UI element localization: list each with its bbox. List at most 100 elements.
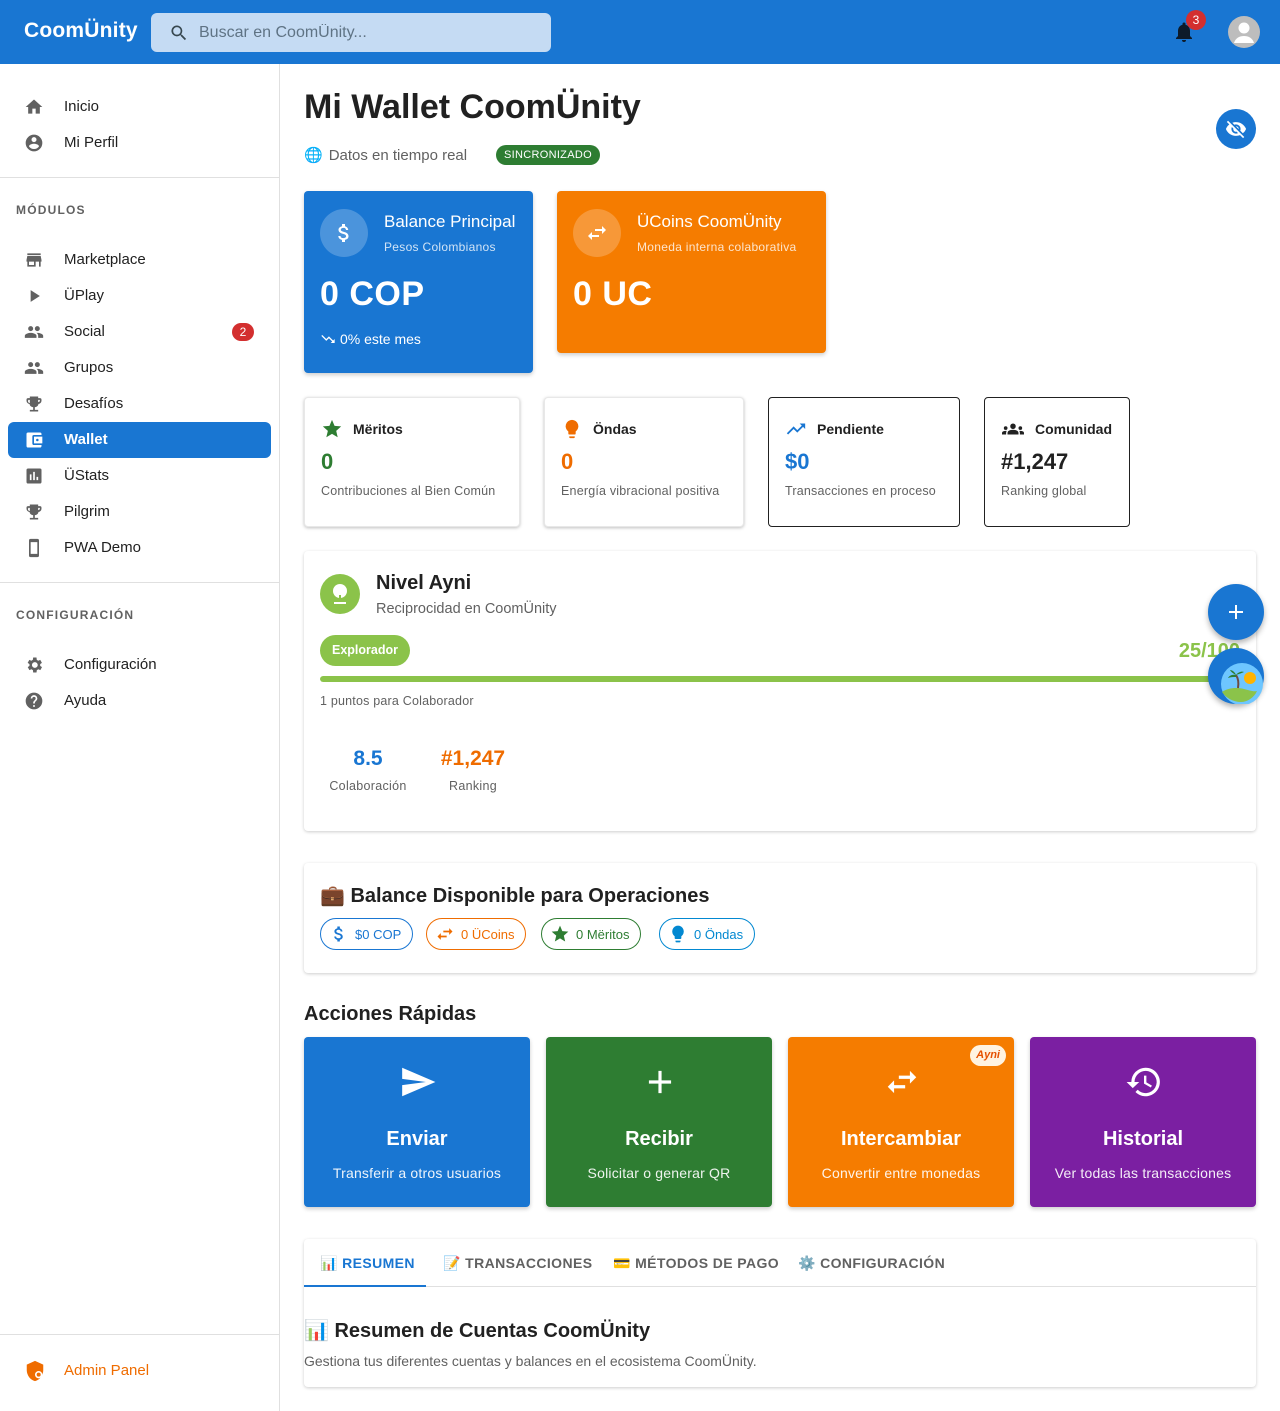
ucoins-balance-card[interactable]: ÜCoins CoomÜnity Moneda interna colabora… [557,191,826,353]
sidebar-item-label: ÜStats [64,467,110,484]
meritos-chip[interactable]: 0 Mëritos [541,918,642,950]
rank-stat: #1,247 Ranking [433,747,513,793]
add-fab-button[interactable] [1208,584,1264,640]
brand-logo[interactable]: CoomÜnity [24,19,138,43]
sidebar-item-wallet[interactable]: Wallet [8,422,271,458]
swap-icon [588,226,606,240]
send-action-desc: Transferir a otros usuarios [332,1165,502,1181]
person-icon [1234,22,1254,43]
wallet-tabs-panel: 📊 RESUMEN 📝 TRANSACCIONES 💳 MÉTODOS DE P… [304,1239,1256,1387]
sidebar-item-ayuda[interactable]: Ayuda [8,683,271,719]
sidebar-item-label: PWA Demo [64,539,141,556]
tab-configuracion[interactable]: ⚙️ CONFIGURACIÓN [798,1239,945,1287]
search-icon [171,25,187,41]
main-balance-card[interactable]: Balance Principal Pesos Colombianos 0 CO… [304,191,533,373]
exchange-action-desc: Convertir entre monedas [821,1165,981,1181]
dollar-icon-circle [320,209,368,257]
exchange-action-name: Intercambiar [840,1128,962,1150]
lightbulb-icon [672,925,684,943]
account-circle-icon [25,134,43,152]
exchange-action-card[interactable]: Ayni Intercambiar Convertir entre moneda… [788,1037,1014,1207]
sidebar-divider [0,1334,279,1335]
admin-shield-icon [26,1360,44,1382]
history-icon [1126,1067,1160,1097]
tab-resumen[interactable]: 📊 RESUMEN [320,1239,415,1287]
tab-bar: 📊 RESUMEN 📝 TRANSACCIONES 💳 MÉTODOS DE P… [304,1239,1256,1287]
user-avatar[interactable] [1228,16,1260,48]
sidebar-item-pilgrim[interactable]: Pilgrim [8,494,271,530]
send-action-name: Enviar [386,1128,448,1150]
comunidad-value: #1,247 [1001,449,1069,474]
ayni-badge: Ayni [970,1045,1006,1066]
help-icon [25,692,43,710]
sidebar-item-configuracion[interactable]: Configuración [8,647,271,683]
trophy-icon [26,504,42,520]
rank-value: #1,247 [440,747,506,770]
groups-icon [1002,423,1024,435]
sidebar-item-social[interactable]: Social 2 [8,314,271,350]
sidebar-item-grupos[interactable]: Grupos [8,350,271,386]
admin-panel-link[interactable]: Admin Panel [24,1360,149,1387]
ucoins-chip[interactable]: 0 ÜCoins [426,918,527,950]
collab-label: Colaboración [329,779,407,793]
sidebar-item-desafios[interactable]: Desafíos [8,386,271,422]
store-icon [26,253,42,267]
sidebar-item-ustats[interactable]: ÜStats [8,458,271,494]
sidebar-item-label: Pilgrim [64,503,110,520]
search-input[interactable] [199,13,539,52]
tab-metodos-de-pago[interactable]: 💳 MÉTODOS DE PAGO [613,1239,779,1287]
meritos-header: Mëritos [321,418,403,440]
page-title: Mi Wallet CoomÜnity [304,88,641,126]
pendiente-card[interactable]: Pendiente $0 Transacciones en proceso [768,397,960,527]
ondas-chip-label: 0 Öndas [694,926,744,942]
collab-value: 8.5 [353,747,383,770]
sidebar-item-label: Desafíos [64,395,124,412]
stats-icon [26,468,42,484]
meritos-desc: Contribuciones al Bien Común [321,484,496,498]
history-action-desc: Ver todas las transacciones [1054,1165,1232,1181]
ucoins-title: ÜCoins CoomÜnity [637,212,782,231]
meritos-value: 0 [321,449,334,474]
plus-icon [1229,605,1243,619]
assistant-fab-button[interactable] [1208,648,1264,705]
available-balance-panel: 💼 Balance Disponible para Operaciones $0… [304,863,1256,973]
send-icon [402,1067,436,1097]
history-action-card[interactable]: Historial Ver todas las transacciones [1030,1037,1256,1207]
ucoins-subtitle: Moneda interna colaborativa [637,240,797,254]
sidebar-item-label: Configuración [64,656,157,673]
eye-off-icon [1225,120,1247,139]
ucoins-amount: 0 UC [573,275,653,313]
sidebar-item-marketplace[interactable]: Marketplace [8,242,271,278]
meritos-card[interactable]: Mëritos 0 Contribuciones al Bien Común [304,397,520,527]
pendiente-value: $0 [785,449,810,474]
cop-chip[interactable]: $0 COP [320,918,414,950]
sidebar: Inicio Mi Perfil MÓDULOS Marketplace ÜPl… [0,64,280,1411]
ondas-card[interactable]: Öndas 0 Energía vibracional positiva [544,397,744,527]
sidebar-divider [0,177,279,178]
sidebar-item-label: Marketplace [64,251,146,268]
toggle-balance-visibility-button[interactable] [1216,109,1256,149]
sidebar-item-mi-perfil[interactable]: Mi Perfil [8,125,271,161]
island-avatar-icon [1221,663,1263,705]
ondas-header: Öndas [561,418,637,440]
modules-section-title: MÓDULOS [16,203,86,217]
ondas-chip[interactable]: 0 Öndas [659,918,756,950]
ondas-desc: Energía vibracional positiva [561,484,720,498]
pendiente-desc: Transacciones en proceso [785,484,936,498]
sidebar-item-label: Inicio [64,98,100,115]
sidebar-item-uplay[interactable]: ÜPlay [8,278,271,314]
search-box[interactable] [151,13,551,52]
sidebar-item-label: Wallet [64,431,108,448]
sidebar-item-label: Social [64,323,105,340]
next-level-text: 1 puntos para Colaborador [320,694,474,708]
receive-action-card[interactable]: Recibir Solicitar o generar QR [546,1037,772,1207]
sidebar-item-inicio[interactable]: Inicio [8,89,271,125]
sidebar-item-label: Ayuda [64,692,107,709]
send-action-card[interactable]: Enviar Transferir a otros usuarios [304,1037,530,1207]
tab-transacciones[interactable]: 📝 TRANSACCIONES [443,1239,592,1287]
comunidad-card[interactable]: Comunidad #1,247 Ranking global [984,397,1130,527]
sidebar-item-pwa-demo[interactable]: PWA Demo [8,530,271,566]
swap-icon [437,928,453,940]
level-chip: Explorador [320,635,410,666]
main-balance-trend: 0% este mes [320,331,421,347]
